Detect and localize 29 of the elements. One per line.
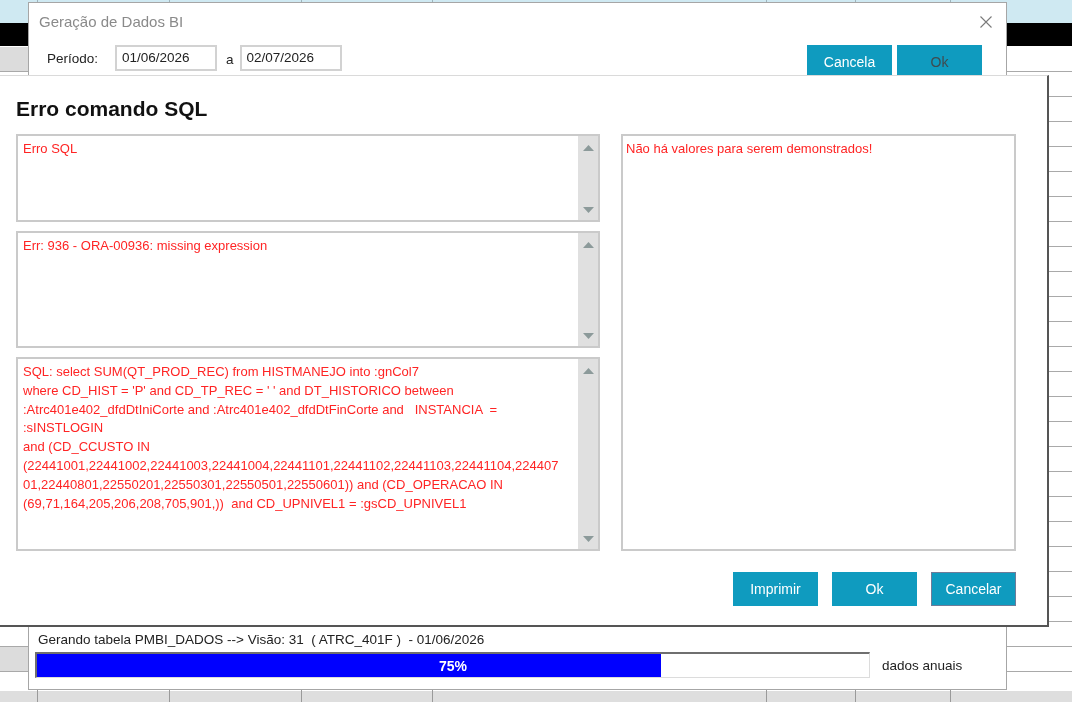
period-label: Período:	[47, 50, 100, 68]
scroll-up-icon[interactable]	[582, 145, 594, 151]
scroll-up-icon[interactable]	[582, 242, 594, 248]
end-date-field[interactable]: 02/07/2026	[239, 45, 342, 71]
scroll-down-icon[interactable]	[582, 333, 594, 339]
dialog-button[interactable]: Imprimir	[733, 572, 818, 606]
scroll-down-icon[interactable]	[582, 536, 594, 542]
dialog-button[interactable]: Cancelar	[931, 572, 1016, 606]
dialog-title: Erro comando SQL	[16, 96, 208, 122]
scrollbar[interactable]	[578, 359, 598, 549]
message-text: Err: 936 - ORA-00936: missing expression	[22, 237, 269, 255]
message-text: Erro SQL	[22, 140, 79, 158]
message-field[interactable]: Erro SQL	[16, 134, 600, 222]
window-title: Geração de Dados BI	[38, 12, 184, 32]
scrollbar[interactable]	[578, 233, 598, 346]
message-field[interactable]	[16, 357, 600, 551]
scroll-up-icon[interactable]	[582, 368, 594, 374]
status-text: Gerando tabela PMBI_DADOS --> Visão: 31 ( ATRC_401F ) - 01/06/2026	[38, 632, 485, 648]
message-field[interactable]: Err: 936 - ORA-00936: missing expression	[16, 231, 600, 348]
close-icon[interactable]	[980, 16, 992, 28]
message-text: SQL: select SUM(QT_PROD_REC) from HISTMANEJO into :gnCol7 where CD_HIST = 'P' and CD_TP_REC = ' ' and DT_HISTORICO between :Atrc401e402_dfdDtIniCorte and :Atrc401e402_dfdDtFinCorte and INSTANCIA = :sINSTLOGIN and (CD_CCUSTO IN (22441001,22441002,22441003,22441004,22441101,22441102,22441103,22441104,224407 01,22440801,22550201,22550301,22550501,22550601)) and (CD_OPERACAO IN (69,71,164,205,206,208,705,901,)) and CD_UPNIVEL1 = :gsCD_UPNIVEL1	[22, 363, 560, 513]
start-date-field[interactable]: 01/06/2026	[115, 45, 217, 71]
progress-percent: 75%	[439, 657, 467, 674]
scrollbar[interactable]	[578, 136, 598, 220]
dialog-button[interactable]: Ok	[832, 572, 917, 606]
result-field[interactable]: Não há valores para serem demonstrados!	[621, 134, 1016, 551]
scroll-down-icon[interactable]	[582, 207, 594, 213]
progress-caption: dados anuais	[882, 657, 963, 673]
separator-label: a	[226, 51, 234, 69]
